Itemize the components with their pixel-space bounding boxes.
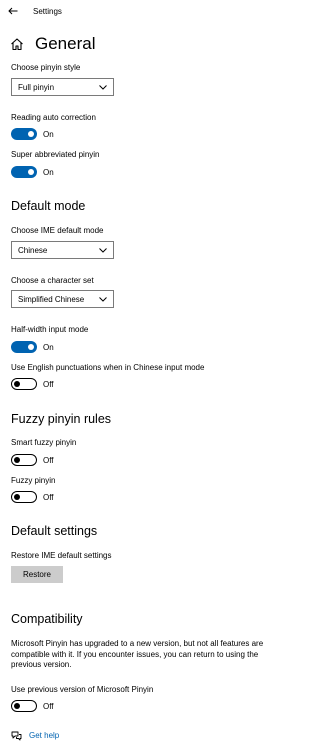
- character-set-value: Simplified Chinese: [18, 294, 85, 304]
- back-button[interactable]: [4, 3, 22, 19]
- reading-auto-correction-label: Reading auto correction: [11, 113, 96, 122]
- chevron-down-icon: [99, 84, 107, 90]
- character-set-label: Choose a character set: [11, 276, 94, 285]
- ime-default-mode-label: Choose IME default mode: [11, 226, 104, 235]
- restore-defaults-label: Restore IME default settings: [11, 551, 112, 560]
- toggle-knob: [14, 702, 20, 709]
- home-icon: [11, 38, 23, 51]
- chevron-down-icon: [99, 247, 107, 253]
- fuzzy-pinyin-toggle[interactable]: [11, 491, 37, 503]
- ime-default-mode-dropdown[interactable]: Chinese: [11, 241, 114, 259]
- pinyin-style-label: Choose pinyin style: [11, 63, 81, 72]
- english-punctuation-label: Use English punctuations when in Chinese…: [11, 363, 205, 372]
- restore-button[interactable]: Restore: [11, 566, 63, 583]
- default-mode-heading: Default mode: [11, 199, 86, 213]
- toggle-knob: [14, 456, 20, 463]
- smart-fuzzy-pinyin-toggle[interactable]: [11, 454, 37, 466]
- character-set-dropdown[interactable]: Simplified Chinese: [11, 290, 114, 308]
- half-width-label: Half-width input mode: [11, 325, 89, 334]
- fuzzy-pinyin-heading: Fuzzy pinyin rules: [11, 412, 112, 426]
- reading-auto-correction-toggle[interactable]: [11, 128, 37, 140]
- english-punctuation-state: Off: [43, 380, 54, 389]
- toggle-knob: [28, 131, 34, 137]
- ime-default-mode-value: Chinese: [18, 245, 48, 255]
- toggle-knob: [14, 380, 20, 387]
- smart-fuzzy-pinyin-state: Off: [43, 456, 54, 465]
- get-help-link[interactable]: Get help: [29, 731, 59, 740]
- compatibility-description: Microsoft Pinyin has upgraded to a new v…: [11, 639, 264, 669]
- half-width-toggle[interactable]: [11, 341, 37, 353]
- super-abbreviated-label: Super abbreviated pinyin: [11, 150, 100, 159]
- reading-auto-correction-state: On: [43, 130, 54, 139]
- chat-help-icon: [11, 731, 22, 741]
- english-punctuation-toggle[interactable]: [11, 378, 37, 390]
- super-abbreviated-toggle[interactable]: [11, 166, 37, 178]
- toggle-knob: [28, 169, 34, 175]
- default-settings-heading: Default settings: [11, 524, 98, 538]
- fuzzy-pinyin-label: Fuzzy pinyin: [11, 476, 56, 485]
- page-title: General: [35, 34, 96, 53]
- pinyin-style-dropdown[interactable]: Full pinyin: [11, 78, 114, 96]
- smart-fuzzy-pinyin-label: Smart fuzzy pinyin: [11, 438, 77, 447]
- pinyin-style-value: Full pinyin: [18, 82, 55, 92]
- back-arrow-icon: [8, 7, 18, 15]
- previous-version-state: Off: [43, 702, 54, 711]
- toggle-knob: [28, 344, 34, 350]
- chevron-down-icon: [99, 296, 107, 302]
- fuzzy-pinyin-state: Off: [43, 493, 54, 502]
- window-title: Settings: [33, 7, 62, 16]
- super-abbreviated-state: On: [43, 168, 54, 177]
- half-width-state: On: [43, 343, 54, 352]
- toggle-knob: [14, 493, 20, 500]
- previous-version-toggle[interactable]: [11, 700, 37, 712]
- previous-version-label: Use previous version of Microsoft Pinyin: [11, 685, 154, 694]
- compatibility-heading: Compatibility: [11, 612, 83, 626]
